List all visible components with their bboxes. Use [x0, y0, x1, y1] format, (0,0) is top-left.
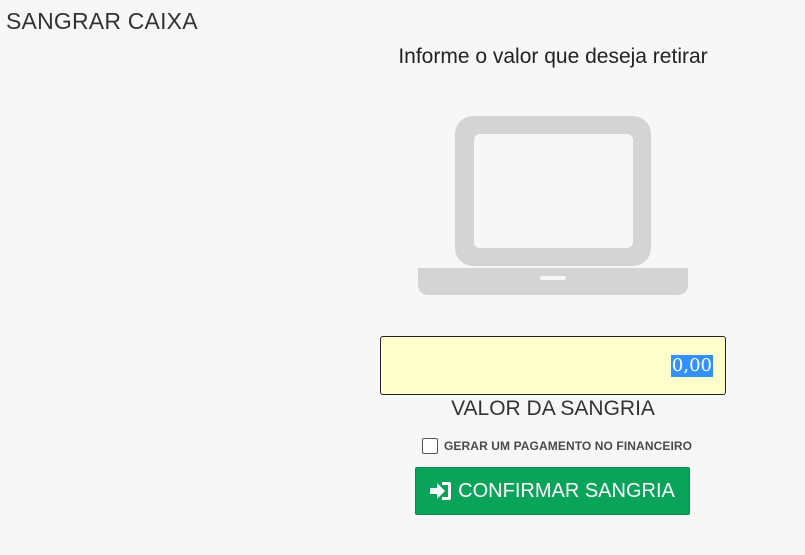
amount-label: VALOR DA SANGRIA: [451, 397, 655, 420]
page-title: SANGRAR CAIXA: [6, 8, 198, 34]
prompt-text: Informe o valor que deseja retirar: [398, 45, 708, 68]
amount-input[interactable]: 0,00: [380, 336, 726, 395]
finance-option[interactable]: GERAR UM PAGAMENTO NO FINANCEIRO: [422, 438, 692, 454]
finance-checkbox[interactable]: [422, 438, 438, 454]
confirm-sangria-button[interactable]: CONFIRMAR SANGRIA: [415, 467, 690, 515]
sangrar-caixa-page: SANGRAR CAIXA Informe o valor que deseja…: [0, 0, 805, 555]
laptop-icon: [418, 116, 688, 295]
sign-in-icon: [430, 482, 452, 500]
confirm-button-label: CONFIRMAR SANGRIA: [458, 479, 675, 502]
finance-checkbox-label[interactable]: GERAR UM PAGAMENTO NO FINANCEIRO: [444, 439, 692, 453]
amount-value[interactable]: 0,00: [670, 354, 713, 377]
sangria-panel: Informe o valor que deseja retirar 0,00 …: [380, 0, 726, 555]
